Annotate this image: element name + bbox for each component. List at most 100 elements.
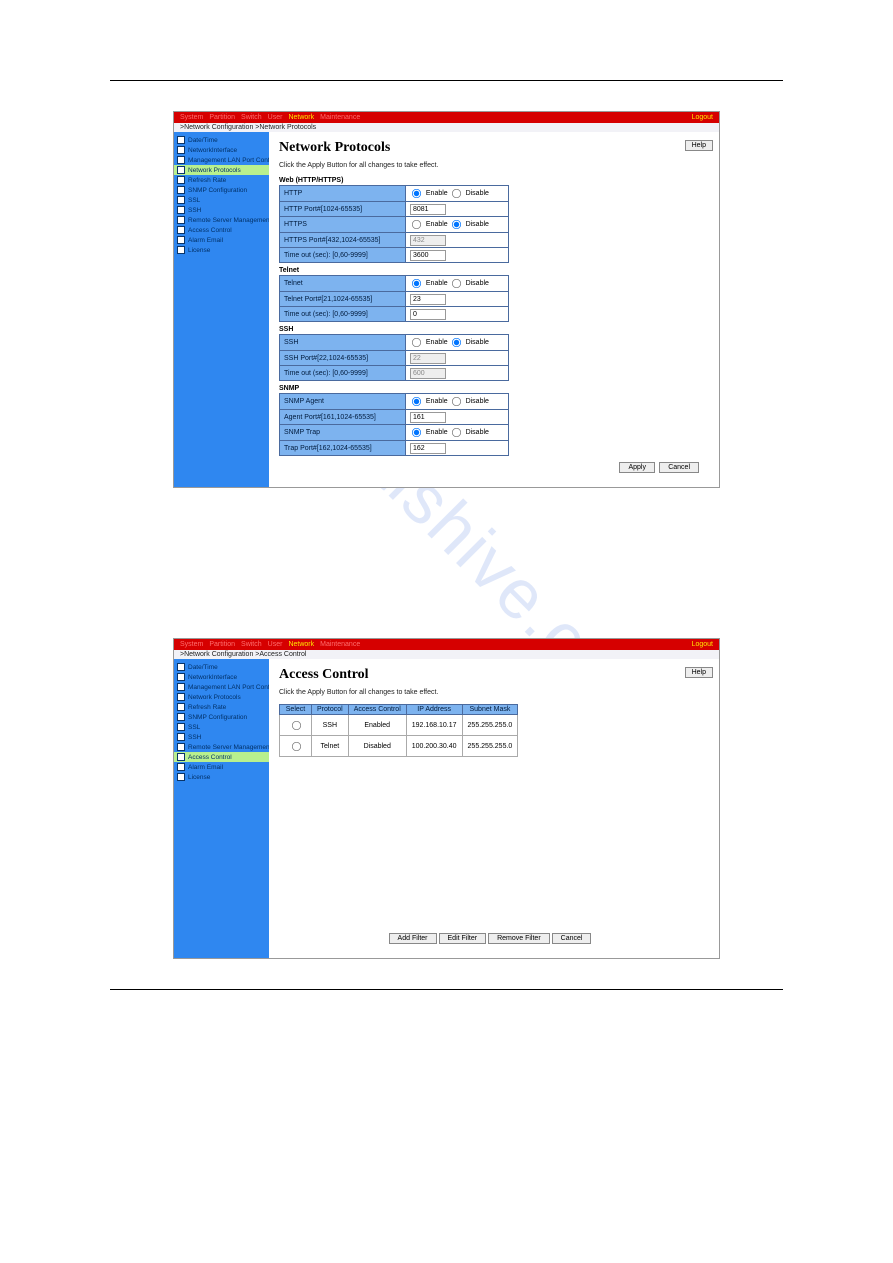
- sidebar-item-label: SNMP Configuration: [188, 187, 247, 194]
- sidebar-item[interactable]: License: [174, 772, 269, 782]
- config-input[interactable]: [410, 250, 446, 261]
- config-key: HTTP Port#[1024-65535]: [280, 202, 406, 217]
- menu-item[interactable]: Maintenance: [320, 114, 360, 121]
- sidebar-item[interactable]: Remote Server Management: [174, 215, 269, 225]
- logout-link[interactable]: Logout: [692, 114, 713, 121]
- disable-radio[interactable]: [452, 279, 461, 288]
- sidebar-item[interactable]: SSL: [174, 722, 269, 732]
- apply-button[interactable]: Apply: [619, 462, 655, 473]
- config-key: HTTPS: [280, 217, 406, 233]
- sidebar-item[interactable]: License: [174, 245, 269, 255]
- sidebar-item[interactable]: Access Control: [174, 225, 269, 235]
- sidebar-item[interactable]: Alarm Email: [174, 235, 269, 245]
- table-row: TelnetDisabled100.200.30.40255.255.255.0: [280, 736, 518, 757]
- config-key: Telnet Port#[21,1024-65535]: [280, 292, 406, 307]
- top-menu-bar: System Partition Switch User Network Maintena…: [174, 639, 719, 650]
- disable-radio[interactable]: [452, 428, 461, 437]
- page-title: Network Protocols: [279, 140, 709, 156]
- config-input: [410, 368, 446, 379]
- bottom-rule: [110, 989, 783, 990]
- config-key: Telnet: [280, 276, 406, 292]
- config-key: SNMP Agent: [280, 394, 406, 410]
- sidebar-item-label: Management LAN Port Configurat: [188, 157, 269, 164]
- menu-item[interactable]: System: [180, 641, 203, 648]
- table-row: SSHEnabled192.168.10.17255.255.255.0: [280, 715, 518, 736]
- menu-item[interactable]: Maintenance: [320, 641, 360, 648]
- sidebar-item[interactable]: SNMP Configuration: [174, 185, 269, 195]
- disable-radio[interactable]: [452, 220, 461, 229]
- config-input[interactable]: [410, 204, 446, 215]
- disable-radio[interactable]: [452, 397, 461, 406]
- sidebar-item-label: Network Protocols: [188, 167, 241, 174]
- config-input[interactable]: [410, 294, 446, 305]
- menu-item[interactable]: Partition: [209, 641, 235, 648]
- enable-radio[interactable]: [412, 279, 421, 288]
- expand-icon: [177, 136, 185, 144]
- top-rule: [110, 80, 783, 81]
- row-select-radio[interactable]: [292, 742, 301, 751]
- sidebar-item[interactable]: Remote Server Management: [174, 742, 269, 752]
- expand-icon: [177, 753, 185, 761]
- menu-item[interactable]: System: [180, 114, 203, 121]
- config-input[interactable]: [410, 309, 446, 320]
- sidebar-item[interactable]: Alarm Email: [174, 762, 269, 772]
- expand-icon: [177, 146, 185, 154]
- sidebar-item[interactable]: Management LAN Port Configurat: [174, 155, 269, 165]
- enable-radio[interactable]: [412, 189, 421, 198]
- menu-item[interactable]: Switch: [241, 114, 262, 121]
- enable-radio[interactable]: [412, 428, 421, 437]
- help-button[interactable]: Help: [685, 667, 713, 678]
- sidebar-item[interactable]: Date/Time: [174, 662, 269, 672]
- disable-radio[interactable]: [452, 189, 461, 198]
- sidebar-item[interactable]: Network Protocols: [174, 692, 269, 702]
- sidebar-item-label: Alarm Email: [188, 237, 223, 244]
- config-value: [405, 233, 508, 248]
- menu-item[interactable]: Switch: [241, 641, 262, 648]
- enable-radio[interactable]: [412, 338, 421, 347]
- sidebar-item[interactable]: Access Control: [174, 752, 269, 762]
- sidebar-item[interactable]: SSL: [174, 195, 269, 205]
- sidebar-item[interactable]: NetworkInterface: [174, 145, 269, 155]
- sidebar-item-label: Remote Server Management: [188, 217, 269, 224]
- expand-icon: [177, 663, 185, 671]
- sidebar-item-label: SSL: [188, 197, 200, 204]
- sidebar-item[interactable]: Refresh Rate: [174, 175, 269, 185]
- menu-item[interactable]: User: [268, 641, 283, 648]
- sidebar-item[interactable]: SSH: [174, 205, 269, 215]
- disable-radio[interactable]: [452, 338, 461, 347]
- config-value: Enable Disable: [405, 335, 508, 351]
- cancel-button[interactable]: Cancel: [659, 462, 699, 473]
- enable-radio[interactable]: [412, 397, 421, 406]
- menu-item[interactable]: User: [268, 114, 283, 121]
- cancel-button[interactable]: Cancel: [552, 933, 592, 944]
- config-value: [405, 248, 508, 263]
- config-input[interactable]: [410, 412, 446, 423]
- menu-item-active[interactable]: Network: [288, 114, 314, 121]
- sidebar-item[interactable]: SSH: [174, 732, 269, 742]
- menu-item[interactable]: Partition: [209, 114, 235, 121]
- edit-filter-button[interactable]: Edit Filter: [439, 933, 487, 944]
- add-filter-button[interactable]: Add Filter: [389, 933, 437, 944]
- sidebar-item[interactable]: Date/Time: [174, 135, 269, 145]
- remove-filter-button[interactable]: Remove Filter: [488, 933, 550, 944]
- sidebar-item-label: Network Protocols: [188, 694, 241, 701]
- cell-ip: 192.168.10.17: [406, 715, 462, 736]
- cell-protocol: SSH: [312, 715, 349, 736]
- section-label: Web (HTTP/HTTPS): [279, 177, 709, 184]
- sidebar-item[interactable]: SNMP Configuration: [174, 712, 269, 722]
- logout-link[interactable]: Logout: [692, 641, 713, 648]
- sidebar-item[interactable]: Refresh Rate: [174, 702, 269, 712]
- config-input[interactable]: [410, 443, 446, 454]
- menu-item-active[interactable]: Network: [288, 641, 314, 648]
- expand-icon: [177, 226, 185, 234]
- enable-radio[interactable]: [412, 220, 421, 229]
- sidebar-item[interactable]: Management LAN Port Configurat: [174, 682, 269, 692]
- row-select-radio[interactable]: [292, 721, 301, 730]
- access-control-table: SelectProtocolAccess ControlIP AddressSu…: [279, 704, 518, 757]
- config-table: Telnet Enable DisableTelnet Port#[21,102…: [279, 275, 509, 322]
- config-key: Agent Port#[161,1024-65535]: [280, 410, 406, 425]
- sidebar-item[interactable]: Network Protocols: [174, 165, 269, 175]
- sidebar-item-label: NetworkInterface: [188, 147, 237, 154]
- sidebar-item[interactable]: NetworkInterface: [174, 672, 269, 682]
- help-button[interactable]: Help: [685, 140, 713, 151]
